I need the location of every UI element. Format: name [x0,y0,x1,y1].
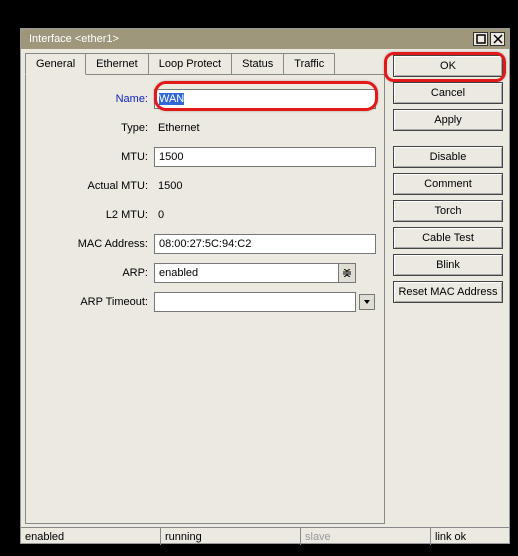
status-slave: slave [301,528,431,545]
tab-panel: Name: WAN Type: Ethernet MTU: Actual MTU… [25,74,385,524]
tab-general[interactable]: General [25,53,86,75]
arp-timeout-input[interactable] [154,292,356,312]
button-panel: OK Cancel Apply Disable Comment Torch Ca… [389,49,509,527]
blink-button[interactable]: Blink [393,254,503,276]
type-label: Type: [34,122,154,134]
status-enabled: enabled [21,528,161,545]
torch-button[interactable]: Torch [393,200,503,222]
arp-label: ARP: [34,267,154,279]
actual-mtu-label: Actual MTU: [34,180,154,192]
arp-timeout-expand-icon[interactable] [359,294,375,310]
window-title: Interface <ether1> [29,33,119,45]
tab-traffic[interactable]: Traffic [283,53,335,74]
tab-ethernet[interactable]: Ethernet [85,53,149,74]
arp-dropdown-icon[interactable] [338,263,356,283]
reset-mac-button[interactable]: Reset MAC Address [393,281,503,303]
tab-status[interactable]: Status [231,53,284,74]
actual-mtu-value [154,176,376,196]
name-input[interactable]: WAN [159,93,184,105]
l2-mtu-value [154,205,376,225]
type-value: Ethernet [154,120,376,136]
tab-strip: General Ethernet Loop Protect Status Tra… [25,53,385,74]
comment-button[interactable]: Comment [393,173,503,195]
mac-label: MAC Address: [34,238,154,250]
interface-window: Interface <ether1> General Ethernet Loop… [20,28,510,544]
close-icon[interactable] [490,32,505,46]
mtu-input[interactable] [154,147,376,167]
ok-button[interactable]: OK [393,55,503,77]
tab-loop-protect[interactable]: Loop Protect [148,53,232,74]
mac-input[interactable] [154,234,376,254]
arp-input[interactable] [154,263,338,283]
cable-test-button[interactable]: Cable Test [393,227,503,249]
status-running: running [161,528,301,545]
statusbar: enabled running slave link ok [21,527,509,545]
disable-button[interactable]: Disable [393,146,503,168]
l2-mtu-label: L2 MTU: [34,209,154,221]
status-link: link ok [431,528,509,545]
mtu-label: MTU: [34,151,154,163]
arp-timeout-label: ARP Timeout: [34,296,154,308]
titlebar[interactable]: Interface <ether1> [21,29,509,49]
restore-icon[interactable] [473,32,488,46]
apply-button[interactable]: Apply [393,109,503,131]
name-label: Name: [34,93,154,105]
cancel-button[interactable]: Cancel [393,82,503,104]
